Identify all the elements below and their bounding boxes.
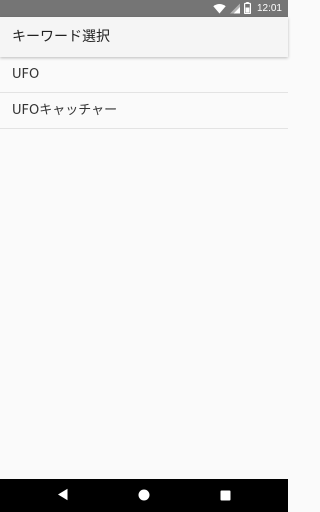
navigation-bar	[0, 479, 288, 512]
list-item[interactable]: UFO	[0, 57, 288, 93]
battery-icon	[243, 0, 251, 18]
status-bar: 12:01	[0, 0, 288, 17]
list-item-label: UFOキャッチャー	[12, 103, 118, 118]
keyword-list: UFO UFOキャッチャー	[0, 57, 288, 129]
app-bar: キーワード選択	[0, 17, 288, 57]
list-item-label: UFO	[12, 67, 40, 82]
back-icon	[57, 486, 69, 505]
status-time: 12:01	[256, 3, 282, 14]
page-title: キーワード選択	[12, 29, 110, 45]
recents-icon	[220, 486, 231, 505]
recents-button[interactable]	[205, 479, 245, 512]
back-button[interactable]	[43, 479, 83, 512]
home-button[interactable]	[124, 479, 164, 512]
cell-signal-icon	[229, 0, 240, 18]
home-icon	[138, 486, 150, 505]
wifi-icon	[213, 0, 226, 18]
screen: 12:01 キーワード選択 UFO UFOキャッチャー	[0, 0, 288, 512]
list-item[interactable]: UFOキャッチャー	[0, 93, 288, 129]
status-icons: 12:01	[213, 0, 282, 17]
